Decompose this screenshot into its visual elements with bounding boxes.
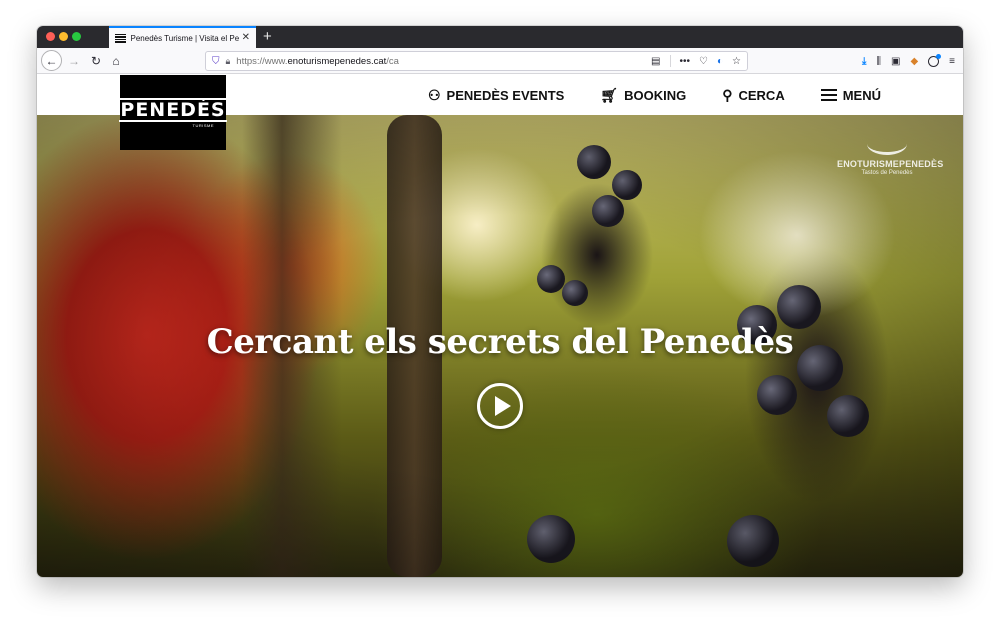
close-window-button[interactable] xyxy=(46,32,55,41)
browser-window: Penedès Turisme | Visita el Penedès ✕ + … xyxy=(37,26,963,577)
url-text[interactable]: https://www.enoturismepenedes.cat/ca xyxy=(236,56,651,67)
arrow-left-icon: ← xyxy=(45,53,58,68)
hero-title: Cercant els secrets del Penedès xyxy=(206,322,794,362)
new-tab-button[interactable]: + xyxy=(263,28,272,46)
nav-penedes-events[interactable]: ⚇ PENEDÈS EVENTS xyxy=(428,88,564,103)
hamburger-icon xyxy=(820,89,837,101)
extension-icon[interactable]: ◆ xyxy=(910,56,918,67)
search-icon: ⚲ xyxy=(722,87,733,103)
pocket-icon[interactable]: ♡ xyxy=(699,56,708,67)
people-group-icon: ⚇ xyxy=(427,87,441,103)
logo-wordmark: PENEDÈS xyxy=(119,97,227,122)
lock-icon[interactable]: 🔒︎ xyxy=(226,56,231,67)
nav-booking[interactable]: 🛒︎ BOOKING xyxy=(600,88,686,103)
account-icon[interactable] xyxy=(928,53,942,67)
nav-menu[interactable]: MENÚ xyxy=(820,87,881,103)
toolbar-right: ⤓ ⫼ ▣ ◆ ≡ xyxy=(862,52,955,70)
arrow-right-icon: → xyxy=(68,54,80,68)
nav-penedes-events-label: PENEDÈS EVENTS xyxy=(446,87,565,103)
home-icon: ⌂ xyxy=(112,54,120,68)
sidebar-icon[interactable]: ▣ xyxy=(891,56,900,67)
reload-button[interactable]: ↻ xyxy=(87,52,105,70)
nav-cerca[interactable]: ⚲ CERCA xyxy=(722,88,785,103)
reader-view-icon[interactable]: ▤ xyxy=(651,56,660,67)
nav-menu-label: MENÚ xyxy=(842,87,881,103)
hero-video[interactable]: ENOTURISMEPENEDÈS Tastos de Penedès Cerc… xyxy=(37,115,963,577)
enoturisme-watermark: ENOTURISMEPENEDÈS Tastos de Penedès xyxy=(837,133,944,176)
edge-extension-icon[interactable]: ◐ xyxy=(717,56,723,67)
url-bar[interactable]: ⛉ 🔒︎ https://www.enoturismepenedes.cat/c… xyxy=(205,51,748,71)
tracking-protection-icon[interactable]: ⛉ xyxy=(212,56,220,67)
downloads-icon[interactable]: ⤓ xyxy=(862,56,866,67)
reload-icon: ↻ xyxy=(90,54,102,68)
url-divider xyxy=(669,55,671,67)
site-favicon-icon xyxy=(115,33,126,43)
tab-title: Penedès Turisme | Visita el Penedès xyxy=(130,33,239,43)
cart-icon: 🛒︎ xyxy=(600,87,619,103)
play-video-button[interactable] xyxy=(477,383,523,429)
navigation-toolbar: ← → ↻ ⌂ ⛉ 🔒︎ https://www.enoturismepened… xyxy=(37,48,963,74)
play-icon xyxy=(494,396,511,416)
tab-bar: Penedès Turisme | Visita el Penedès ✕ + xyxy=(37,26,963,48)
maximize-window-button[interactable] xyxy=(72,32,81,41)
page-actions-icon[interactable]: ••• xyxy=(680,56,691,67)
nav-booking-label: BOOKING xyxy=(624,87,687,103)
logo-subtitle: TURISME xyxy=(192,122,214,128)
page-content: ⚇ PENEDÈS EVENTS 🛒︎ BOOKING ⚲ CERCA MENÚ xyxy=(37,75,963,577)
url-actions: ▤ ••• ♡ ◐ ☆ xyxy=(651,55,741,67)
library-icon[interactable]: ⫼ xyxy=(876,56,881,67)
site-logo[interactable]: PENEDÈS TURISME xyxy=(119,75,227,150)
nav-cerca-label: CERCA xyxy=(738,87,785,103)
minimize-window-button[interactable] xyxy=(59,32,68,41)
bookmark-star-icon[interactable]: ☆ xyxy=(732,56,741,67)
watermark-subtitle: Tastos de Penedès xyxy=(861,170,913,176)
back-button[interactable]: ← xyxy=(41,50,62,71)
browser-tab[interactable]: Penedès Turisme | Visita el Penedès ✕ xyxy=(109,26,256,48)
tab-close-icon[interactable]: ✕ xyxy=(242,33,250,43)
watermark-name: ENOTURISMEPENEDÈS xyxy=(837,159,944,169)
swirl-logo-icon xyxy=(867,133,907,155)
site-nav: ⚇ PENEDÈS EVENTS 🛒︎ BOOKING ⚲ CERCA MENÚ xyxy=(428,75,881,115)
forward-button[interactable]: → xyxy=(65,52,83,70)
home-button[interactable]: ⌂ xyxy=(107,52,125,70)
menu-icon[interactable]: ≡ xyxy=(949,56,955,67)
